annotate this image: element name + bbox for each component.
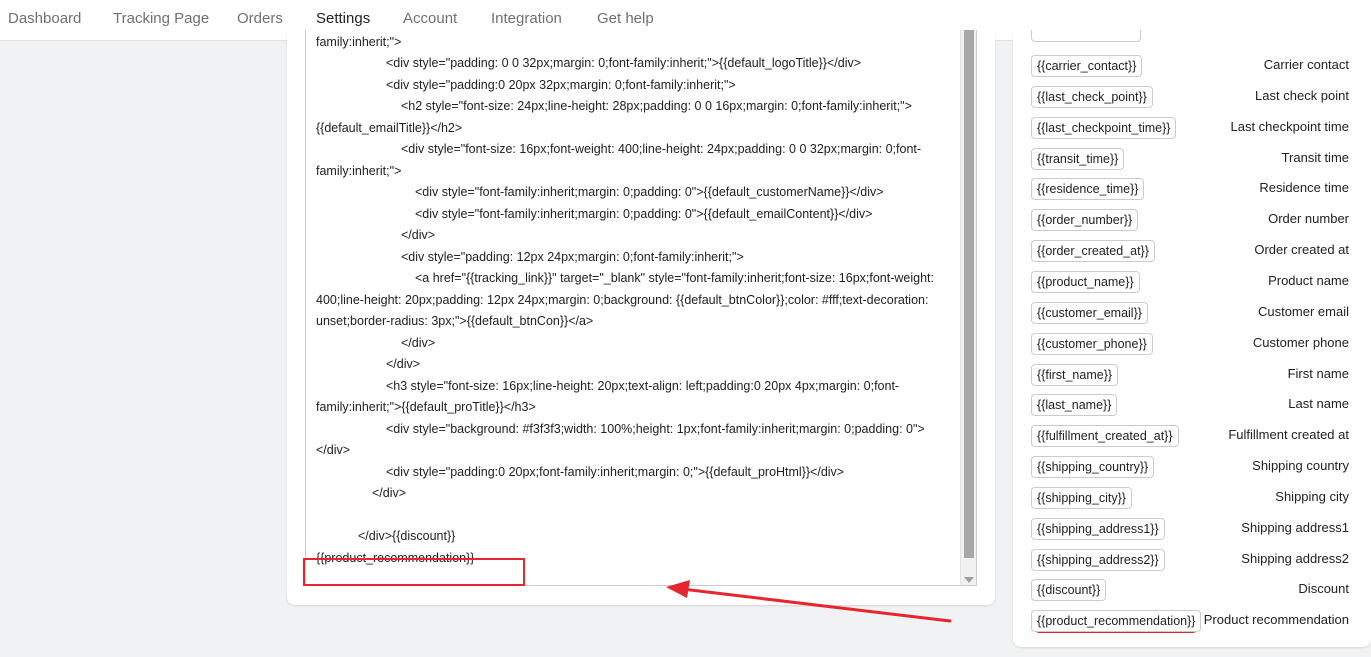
variable-tag[interactable]: {{fulfillment_created_at}} xyxy=(1031,425,1179,447)
variable-row: {{shipping_address2}} Shipping address2 xyxy=(1013,549,1371,573)
variable-tag[interactable]: {{transit_time}} xyxy=(1031,148,1125,170)
variable-tag[interactable]: {{product_name}} xyxy=(1031,271,1140,293)
code-line: <div style="font-family:inherit;margin: … xyxy=(415,207,873,221)
variable-row: {{last_check_point}} Last check point xyxy=(1013,86,1371,110)
code-line: </div>{{discount}} xyxy=(358,529,456,543)
code-line: <div style="padding: 12px 24px;margin: 0… xyxy=(401,250,744,264)
code-line: <h2 style="font-size: 24px;line-height: … xyxy=(401,99,912,113)
variables-panel: {{carrier_contact}} Carrier contact {{last… xyxy=(1013,30,1371,647)
variable-label: Product name xyxy=(1268,273,1349,288)
variable-row: {{transit_time}} Transit time xyxy=(1013,148,1371,172)
code-line: </div> xyxy=(401,336,436,350)
variable-label: Fulfillment created at xyxy=(1228,427,1349,442)
variable-tag[interactable]: {{order_number}} xyxy=(1031,209,1139,231)
variable-label: Shipping address1 xyxy=(1241,520,1349,535)
variable-row: {{shipping_country}} Shipping country xyxy=(1013,456,1371,480)
code-line: </div> xyxy=(386,357,421,371)
variable-tag[interactable]: {{shipping_address1}} xyxy=(1031,518,1165,540)
variable-row: {{fulfillment_created_at}} Fulfillment cr… xyxy=(1013,425,1371,449)
variable-label: First name xyxy=(1287,366,1349,381)
variable-label: Carrier contact xyxy=(1263,57,1349,72)
variable-row: {{residence_time}} Residence time xyxy=(1013,178,1371,202)
variable-label: Last checkpoint time xyxy=(1230,119,1349,134)
variable-tag[interactable]: {{product_recommendation}} xyxy=(1031,610,1202,632)
variable-label: Residence time xyxy=(1259,180,1349,195)
variable-row: {{carrier_contact}} Carrier contact xyxy=(1013,55,1371,79)
variable-tag[interactable]: {{first_name}} xyxy=(1031,364,1119,386)
variable-tag[interactable]: {{last_checkpoint_time}} xyxy=(1031,117,1177,139)
variable-label: Customer phone xyxy=(1252,335,1349,350)
code-line: <div style="font-family:inherit;margin: … xyxy=(415,185,884,199)
code-line: family:inherit;"> xyxy=(316,35,402,49)
variable-tag[interactable]: {{discount}} xyxy=(1031,579,1107,601)
code-line: <div style="padding:0 20px 32px;margin: … xyxy=(386,78,736,92)
variable-label: Product recommendation xyxy=(1203,612,1349,627)
variable-row: {{product_recommendation}} Product recomm… xyxy=(1013,610,1371,634)
tab-dashboard[interactable]: Dashboard xyxy=(8,0,81,41)
variable-row: {{product_name}} Product name xyxy=(1013,271,1371,295)
variable-label: Discount xyxy=(1298,581,1349,596)
html-code-editor[interactable]: family:inherit;"> <div style="padding: 0 … xyxy=(305,30,977,586)
code-line: <a href="{{tracking_link}}" target="_bla… xyxy=(415,271,935,285)
variable-row: {{order_created_at}} Order created at xyxy=(1013,240,1371,264)
variable-tag[interactable]: {{last_name}} xyxy=(1031,394,1118,416)
variable-tag[interactable]: {{customer_phone}} xyxy=(1031,333,1153,355)
variable-label: Shipping city xyxy=(1275,489,1349,504)
tab-orders[interactable]: Orders xyxy=(237,0,283,41)
variable-label: Customer email xyxy=(1257,304,1349,319)
tab-tracking-page[interactable]: Tracking Page xyxy=(113,0,209,41)
variable-tag[interactable]: {{shipping_country}} xyxy=(1031,456,1155,478)
variable-row: {{first_name}} First name xyxy=(1013,364,1371,388)
variable-label: Transit time xyxy=(1281,150,1349,165)
editor-scrollbar[interactable] xyxy=(960,30,976,585)
variable-tag[interactable]: {{last_check_point}} xyxy=(1031,86,1153,108)
code-line: </div> xyxy=(372,486,407,500)
variable-label: Shipping country xyxy=(1252,458,1349,473)
code-line: <h3 style="font-size: 16px;line-height: … xyxy=(386,379,900,393)
variable-row: {{last_name}} Last name xyxy=(1013,394,1371,418)
code-line: <div style="font-size: 16px;font-weight:… xyxy=(401,142,922,156)
variable-tag[interactable]: {{carrier_contact}} xyxy=(1031,55,1143,77)
variable-tag[interactable]: {{shipping_address2}} xyxy=(1031,549,1165,571)
variable-tag[interactable]: {{order_created_at}} xyxy=(1031,240,1155,262)
variable-tag[interactable]: {{customer_email}} xyxy=(1031,302,1148,324)
variable-row: {{last_checkpoint_time}} Last checkpoint … xyxy=(1013,117,1371,141)
code-line: family:inherit;">{{default_proTitle}}</h… xyxy=(316,400,536,414)
variable-tag[interactable]: {{residence_time}} xyxy=(1031,178,1145,200)
variable-row: {{customer_email}} Customer email xyxy=(1013,302,1371,326)
code-line: <div style="background: #f3f3f3;width: 1… xyxy=(386,422,925,436)
variable-row: {{discount}} Discount xyxy=(1013,579,1371,603)
annotation-arrow-icon xyxy=(666,580,952,623)
variable-tag[interactable]: {{shipping_city}} xyxy=(1031,487,1132,509)
variable-tag-partial[interactable] xyxy=(1031,30,1141,42)
variable-label: Order number xyxy=(1268,211,1349,226)
highlight-annotation-box xyxy=(303,558,525,586)
code-line: </div> xyxy=(316,443,351,457)
code-line: unset;border-radius: 3px;">{{default_btn… xyxy=(316,314,594,328)
scroll-down-icon[interactable] xyxy=(964,577,974,583)
variable-label: Last check point xyxy=(1255,88,1349,103)
variable-label: Order created at xyxy=(1254,242,1349,257)
scrollbar-thumb[interactable] xyxy=(964,30,974,558)
code-line: </div> xyxy=(401,228,436,242)
variable-row: {{shipping_city}} Shipping city xyxy=(1013,487,1371,511)
variable-row: {{order_number}} Order number xyxy=(1013,209,1371,233)
code-line: family:inherit;"> xyxy=(316,164,402,178)
email-template-editor-card: family:inherit;"> <div style="padding: 0 … xyxy=(287,30,995,605)
variable-row: {{customer_phone}} Customer phone xyxy=(1013,333,1371,357)
variable-label: Shipping address2 xyxy=(1241,551,1349,566)
code-line: {{default_emailTitle}}</h2> xyxy=(316,121,463,135)
code-line: 400;line-height: 20px;padding: 12px 24px… xyxy=(316,293,929,307)
variable-label: Last name xyxy=(1288,396,1349,411)
code-line: <div style="padding:0 20px;font-family:i… xyxy=(386,465,845,479)
code-line: <div style="padding: 0 0 32px;margin: 0;… xyxy=(386,56,862,70)
variable-row: {{shipping_address1}} Shipping address1 xyxy=(1013,518,1371,542)
